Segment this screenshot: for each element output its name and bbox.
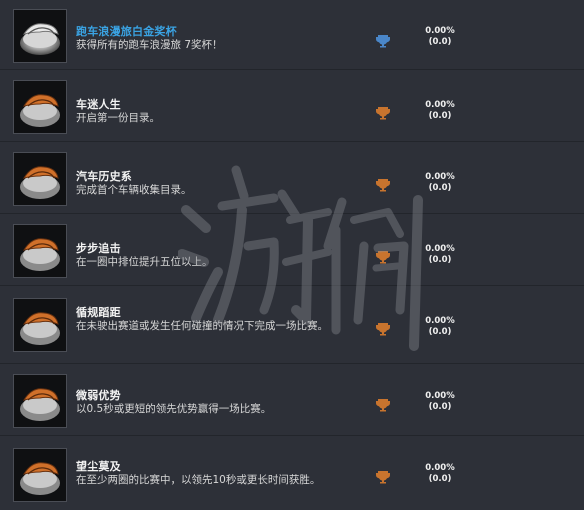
trophy-row[interactable]: 望尘莫及 在至少两圈的比赛中，以领先10秒或更长时间获胜。 0.00% (0.0… [0,436,584,510]
rarity-count: (0.0) [428,255,452,265]
trophy-description: 在一圈中排位提升五位以上。 [76,256,213,268]
rarity-percent: 0.00% [425,463,455,473]
rarity-count: (0.0) [428,111,452,121]
trophy-art-icon [13,224,67,278]
trophy-row[interactable]: 步步追击 在一圈中排位提升五位以上。 0.00% (0.0) [0,214,584,286]
trophy-description: 获得所有的跑车浪漫旅 7奖杯！ [76,39,223,51]
bronze-trophy-icon [376,398,390,412]
trophy-row[interactable]: 车迷人生 开启第一份目录。 0.00% (0.0) [0,70,584,142]
bronze-trophy-icon [376,178,390,192]
trophy-art-icon [13,298,67,352]
bronze-trophy-icon [376,106,390,120]
rarity-percent: 0.00% [425,391,455,401]
trophy-rarity: 0.00% (0.0) [416,172,464,194]
trophy-art-icon [13,9,67,63]
trophy-rarity: 0.00% (0.0) [416,316,464,338]
trophy-description: 完成首个车辆收集目录。 [76,184,192,196]
trophy-description: 在未驶出赛道或发生任何碰撞的情况下完成一场比赛。 [76,320,328,332]
trophy-rarity: 0.00% (0.0) [416,26,464,48]
trophy-art-icon [13,448,67,502]
bronze-trophy-icon [376,250,390,264]
bronze-trophy-icon [376,470,390,484]
rarity-percent: 0.00% [425,244,455,254]
trophy-row[interactable]: 循规蹈距 在未驶出赛道或发生任何碰撞的情况下完成一场比赛。 0.00% (0.0… [0,286,584,364]
trophy-rarity: 0.00% (0.0) [416,100,464,122]
platinum-trophy-icon [376,34,390,48]
rarity-count: (0.0) [428,37,452,47]
rarity-percent: 0.00% [425,172,455,182]
trophy-rarity: 0.00% (0.0) [416,244,464,266]
trophy-rarity: 0.00% (0.0) [416,391,464,413]
trophy-description: 以0.5秒或更短的领先优势赢得一场比赛。 [76,403,272,415]
rarity-percent: 0.00% [425,316,455,326]
trophy-art-icon [13,374,67,428]
bronze-trophy-icon [376,322,390,336]
trophy-art-icon [13,152,67,206]
trophy-row[interactable]: 汽车历史系 完成首个车辆收集目录。 0.00% (0.0) [0,142,584,214]
trophy-description: 开启第一份目录。 [76,112,160,124]
trophy-rarity: 0.00% (0.0) [416,463,464,485]
rarity-percent: 0.00% [425,100,455,110]
rarity-count: (0.0) [428,327,452,337]
trophy-row[interactable]: 微弱优势 以0.5秒或更短的领先优势赢得一场比赛。 0.00% (0.0) [0,364,584,436]
rarity-count: (0.0) [428,474,452,484]
trophy-description: 在至少两圈的比赛中，以领先10秒或更长时间获胜。 [76,474,321,486]
trophy-row[interactable]: 跑车浪漫旅白金奖杯 获得所有的跑车浪漫旅 7奖杯！ 0.00% (0.0) [0,0,584,70]
rarity-count: (0.0) [428,402,452,412]
rarity-count: (0.0) [428,183,452,193]
trophy-art-icon [13,80,67,134]
rarity-percent: 0.00% [425,26,455,36]
